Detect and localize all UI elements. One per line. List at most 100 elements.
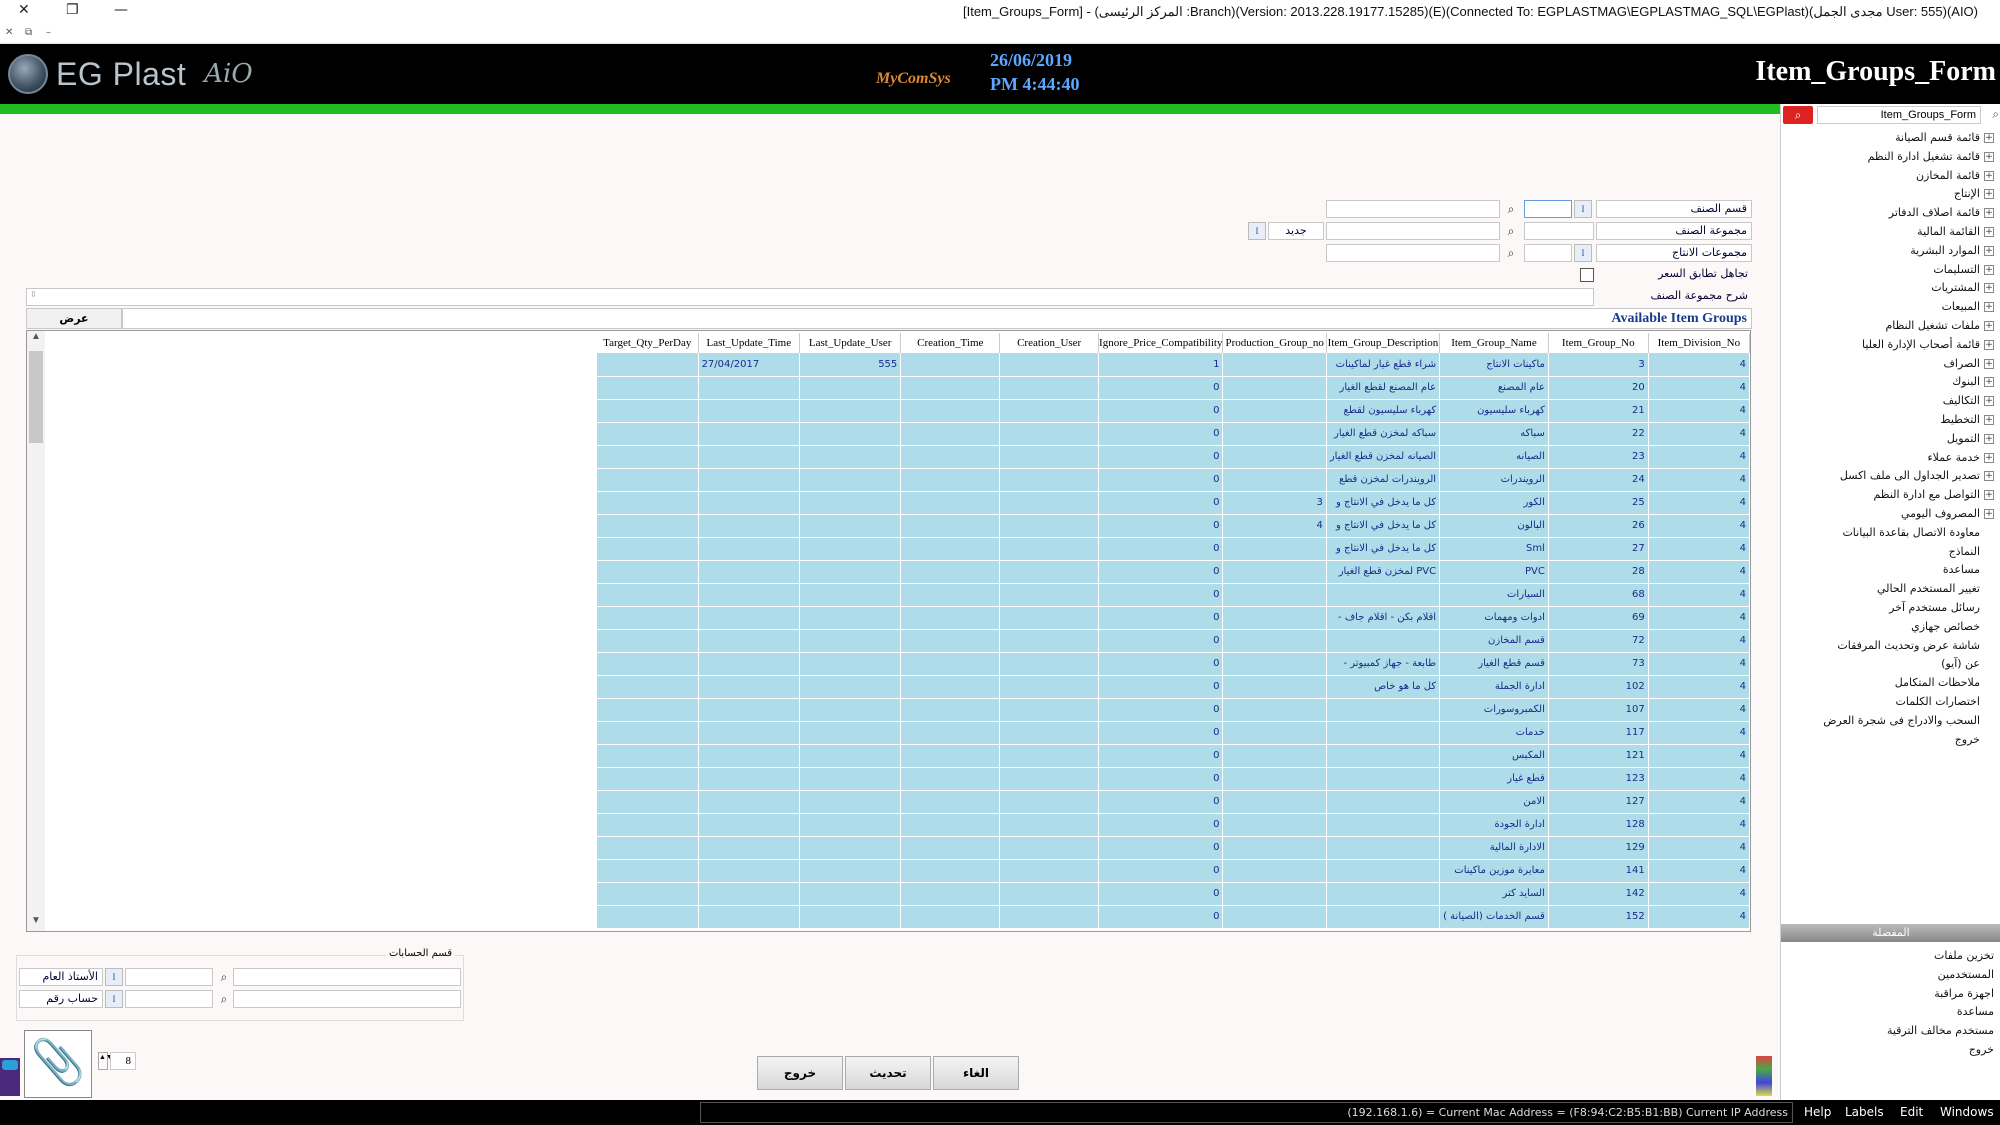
cell-prod[interactable] <box>1222 767 1327 791</box>
nav-tree-item[interactable]: + المشتريات <box>1931 278 1994 297</box>
expand-icon[interactable]: + <box>1984 245 1994 256</box>
cell-cr_user[interactable] <box>999 675 1100 699</box>
cell-cr_time[interactable] <box>900 905 1001 929</box>
cell-upd_user[interactable] <box>799 445 902 469</box>
cell-ignore[interactable]: 0 <box>1098 744 1224 768</box>
nav-tree-item[interactable]: + التسليمات <box>1933 260 1994 279</box>
cell-desc[interactable]: كل ما يدخل في الانتاج و <box>1326 491 1441 515</box>
expand-icon[interactable]: + <box>1984 509 1994 519</box>
cell-upd_time[interactable] <box>698 859 801 883</box>
cell-ignore[interactable]: 0 <box>1098 399 1224 423</box>
cell-target[interactable] <box>597 629 699 653</box>
cell-upd_user[interactable] <box>799 698 902 722</box>
table-row[interactable]: 0 4 كل ما يدخل في الانتاج و البالون 26 4 <box>597 514 1751 538</box>
cell-prod[interactable]: 4 <box>1222 514 1327 538</box>
cell-no[interactable]: 142 <box>1548 882 1649 906</box>
cell-cr_time[interactable] <box>900 583 1001 607</box>
column-header[interactable]: Last_Update_User <box>799 333 902 353</box>
cell-upd_time[interactable] <box>698 560 801 584</box>
cell-cr_time[interactable] <box>900 422 1001 446</box>
cell-upd_user[interactable] <box>799 583 902 607</box>
account-lookup-button[interactable]: I <box>105 990 123 1008</box>
nav-tree-item[interactable]: +ملاحظات المتكامل <box>1895 673 1994 692</box>
mdi-minimize-icon[interactable]: – <box>46 27 51 38</box>
cell-upd_user[interactable] <box>799 422 902 446</box>
table-row[interactable]: 0 كل ما يدخل في الانتاج و Sml 27 4 <box>597 537 1751 561</box>
cell-cr_user[interactable] <box>999 353 1100 377</box>
cell-desc[interactable]: كل ما يدخل في الانتاج و <box>1326 537 1441 561</box>
cell-target[interactable] <box>597 445 699 469</box>
cell-name[interactable]: الادارة المالية <box>1439 836 1549 860</box>
cell-ignore[interactable]: 0 <box>1098 767 1224 791</box>
cell-cr_user[interactable] <box>999 859 1100 883</box>
new-lookup-button[interactable]: I <box>1248 222 1266 240</box>
ledger-code-input[interactable] <box>125 968 213 986</box>
column-header[interactable]: Item_Division_No <box>1648 333 1751 353</box>
cell-cr_user[interactable] <box>999 767 1100 791</box>
view-button[interactable]: عرض <box>26 308 122 329</box>
cell-ignore[interactable]: 0 <box>1098 882 1224 906</box>
nav-tree-item[interactable]: +رسائل مستخدم آخر <box>1889 598 1994 617</box>
favorite-item[interactable]: مستخدم مخالف الترقية <box>1887 1021 1994 1040</box>
cell-name[interactable]: الامن <box>1439 790 1549 814</box>
cell-div[interactable]: 4 <box>1648 583 1751 607</box>
table-row[interactable]: 27/04/2017 555 1 شراء قطع غيار لماكينات ماكي… <box>597 353 1751 377</box>
nav-tree-item[interactable]: + الإنتاج <box>1954 184 1994 203</box>
cell-cr_user[interactable] <box>999 905 1100 929</box>
cell-cr_user[interactable] <box>999 468 1100 492</box>
cell-cr_time[interactable] <box>900 882 1001 906</box>
description-spin-icon[interactable]: ⇳ <box>30 290 37 299</box>
cell-prod[interactable] <box>1222 583 1327 607</box>
cell-name[interactable]: معايرة موزين ماكينات <box>1439 859 1549 883</box>
cell-cr_user[interactable] <box>999 836 1100 860</box>
cell-upd_time[interactable] <box>698 376 801 400</box>
cell-upd_time[interactable] <box>698 399 801 423</box>
cell-upd_time[interactable] <box>698 468 801 492</box>
expand-icon[interactable]: + <box>1984 302 1994 313</box>
cell-div[interactable]: 4 <box>1648 445 1751 469</box>
cell-cr_user[interactable] <box>999 560 1100 584</box>
cell-desc[interactable] <box>1326 905 1441 929</box>
cell-desc[interactable] <box>1326 744 1441 768</box>
expand-icon[interactable]: + <box>1984 189 1994 200</box>
table-row[interactable]: 0 الرويندرات لمخزن قطع الرويندرات 24 4 <box>597 468 1751 492</box>
cell-prod[interactable] <box>1222 698 1327 722</box>
favorite-item[interactable]: تخزين ملفات <box>1934 946 1994 965</box>
cell-div[interactable]: 4 <box>1648 721 1751 745</box>
division-code-input[interactable] <box>1524 200 1572 218</box>
cell-desc[interactable] <box>1326 698 1441 722</box>
cell-div[interactable]: 4 <box>1648 790 1751 814</box>
nav-tree-item[interactable]: + قائمة أصحاب الإدارة العليا <box>1862 335 1994 354</box>
grid-vertical-scrollbar[interactable]: ▲ ▼ <box>27 331 45 931</box>
nav-tree-item[interactable]: + خدمة عملاء <box>1927 448 1994 467</box>
cell-cr_user[interactable] <box>999 491 1100 515</box>
group-name-input[interactable] <box>1326 222 1500 240</box>
table-row[interactable]: 0 الامن 127 4 <box>597 790 1751 814</box>
favorite-item[interactable]: خروج <box>1969 1040 1994 1059</box>
cell-ignore[interactable]: 0 <box>1098 468 1224 492</box>
cell-prod[interactable] <box>1222 399 1327 423</box>
cell-name[interactable]: السايد كتر <box>1439 882 1549 906</box>
cell-desc[interactable]: عام المصنع لقطع الغيار <box>1326 376 1441 400</box>
cell-div[interactable]: 4 <box>1648 537 1751 561</box>
cell-upd_user[interactable] <box>799 652 902 676</box>
cell-no[interactable]: 20 <box>1548 376 1649 400</box>
cell-upd_time[interactable] <box>698 836 801 860</box>
table-row[interactable]: 0 كل ما هو خاص ادارة الجملة 102 4 <box>597 675 1751 699</box>
nav-tree-item[interactable]: +السحب والادراج فى شجرة العرض <box>1823 711 1994 730</box>
expand-icon[interactable]: + <box>1984 321 1994 331</box>
cell-target[interactable] <box>597 376 699 400</box>
description-input[interactable] <box>26 288 1594 306</box>
column-header[interactable]: Creation_User <box>999 333 1100 353</box>
cell-upd_user[interactable] <box>799 606 902 630</box>
cell-ignore[interactable]: 0 <box>1098 606 1224 630</box>
cell-target[interactable] <box>597 698 699 722</box>
cell-upd_time[interactable] <box>698 675 801 699</box>
nav-find-icon[interactable]: ⌕ <box>1992 107 1999 122</box>
ledger-lookup-button[interactable]: I <box>105 968 123 986</box>
menu-edit[interactable]: Edit <box>1900 1105 1923 1119</box>
cell-no[interactable]: 141 <box>1548 859 1649 883</box>
cell-name[interactable]: ماكينات الانتاج <box>1439 353 1549 377</box>
cell-desc[interactable] <box>1326 629 1441 653</box>
group-code-input[interactable] <box>1524 222 1594 240</box>
